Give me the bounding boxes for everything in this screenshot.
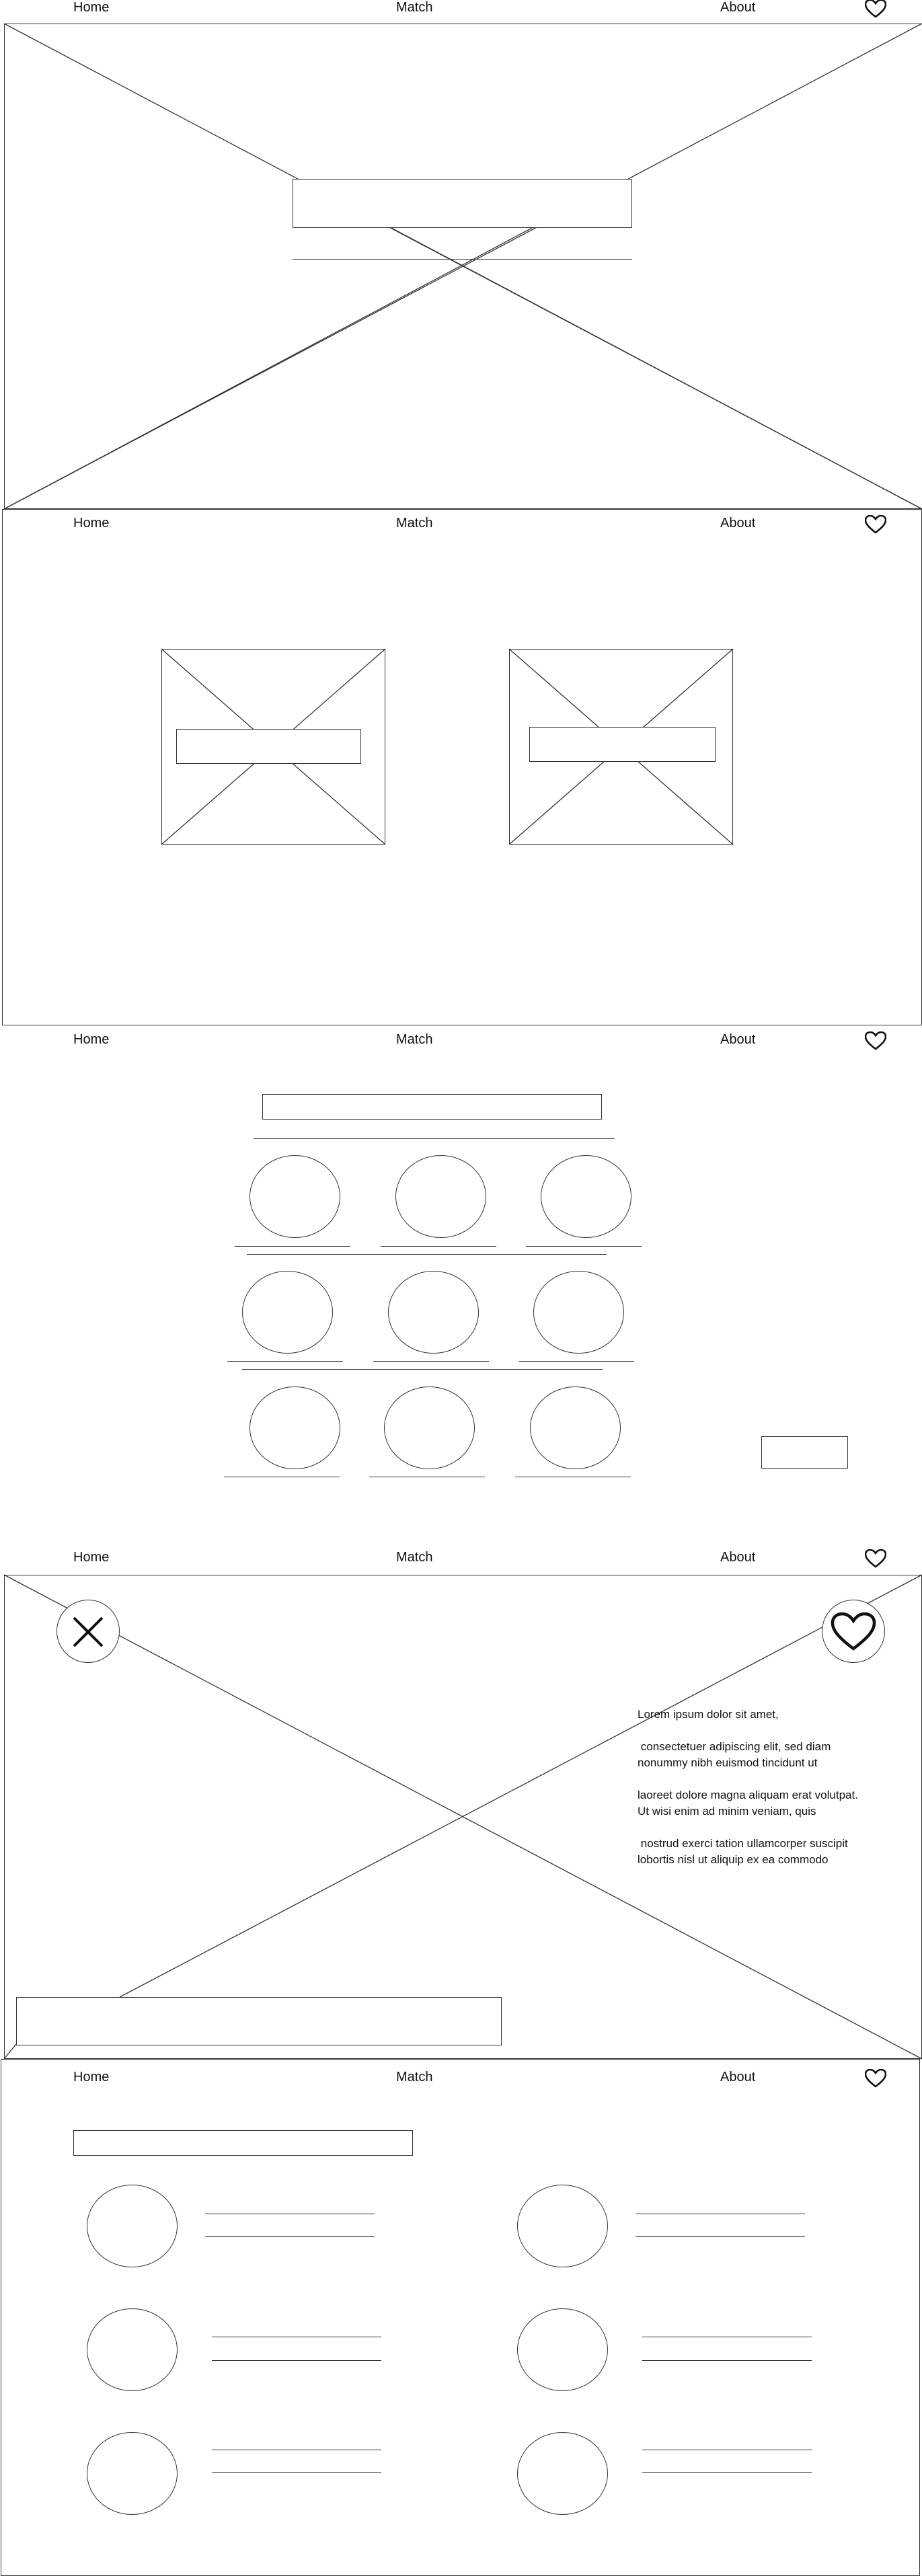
nav-home-link[interactable]: Home <box>73 2070 109 2084</box>
match-avatar[interactable] <box>87 2308 178 2391</box>
match-text-line <box>212 2472 381 2473</box>
match-text-line <box>642 2360 812 2361</box>
description-paragraph: Lorem ipsum dolor sit amet, <box>638 1708 779 1721</box>
profile-name-box <box>16 1997 502 2045</box>
profile-description: Lorem ipsum dolor sit amet, consectetuer… <box>638 1707 859 1884</box>
match-text-line <box>205 2236 375 2237</box>
match-avatar[interactable] <box>517 2432 608 2515</box>
description-paragraph: consectetuer adipiscing elit, sed diam n… <box>638 1740 835 1769</box>
match-text-line <box>212 2360 381 2361</box>
nav-about-link[interactable]: About <box>720 2070 755 2084</box>
nav-match-link[interactable]: Match <box>396 2070 432 2084</box>
match-avatar[interactable] <box>87 2185 178 2267</box>
match-text-line <box>642 2472 812 2473</box>
match-search-input[interactable] <box>73 2130 413 2156</box>
heart-icon <box>831 1612 876 1651</box>
description-paragraph: nostrud exerci tation ullamcorper suscip… <box>638 1837 851 1866</box>
match-avatar[interactable] <box>517 2185 608 2267</box>
match-avatar[interactable] <box>87 2432 178 2515</box>
description-paragraph: laoreet dolore magna aliquam erat volutp… <box>638 1789 858 1818</box>
match-text-line <box>636 2236 805 2237</box>
close-icon <box>73 1616 104 1647</box>
match-avatar[interactable] <box>517 2308 608 2391</box>
heart-icon[interactable] <box>865 2069 886 2088</box>
